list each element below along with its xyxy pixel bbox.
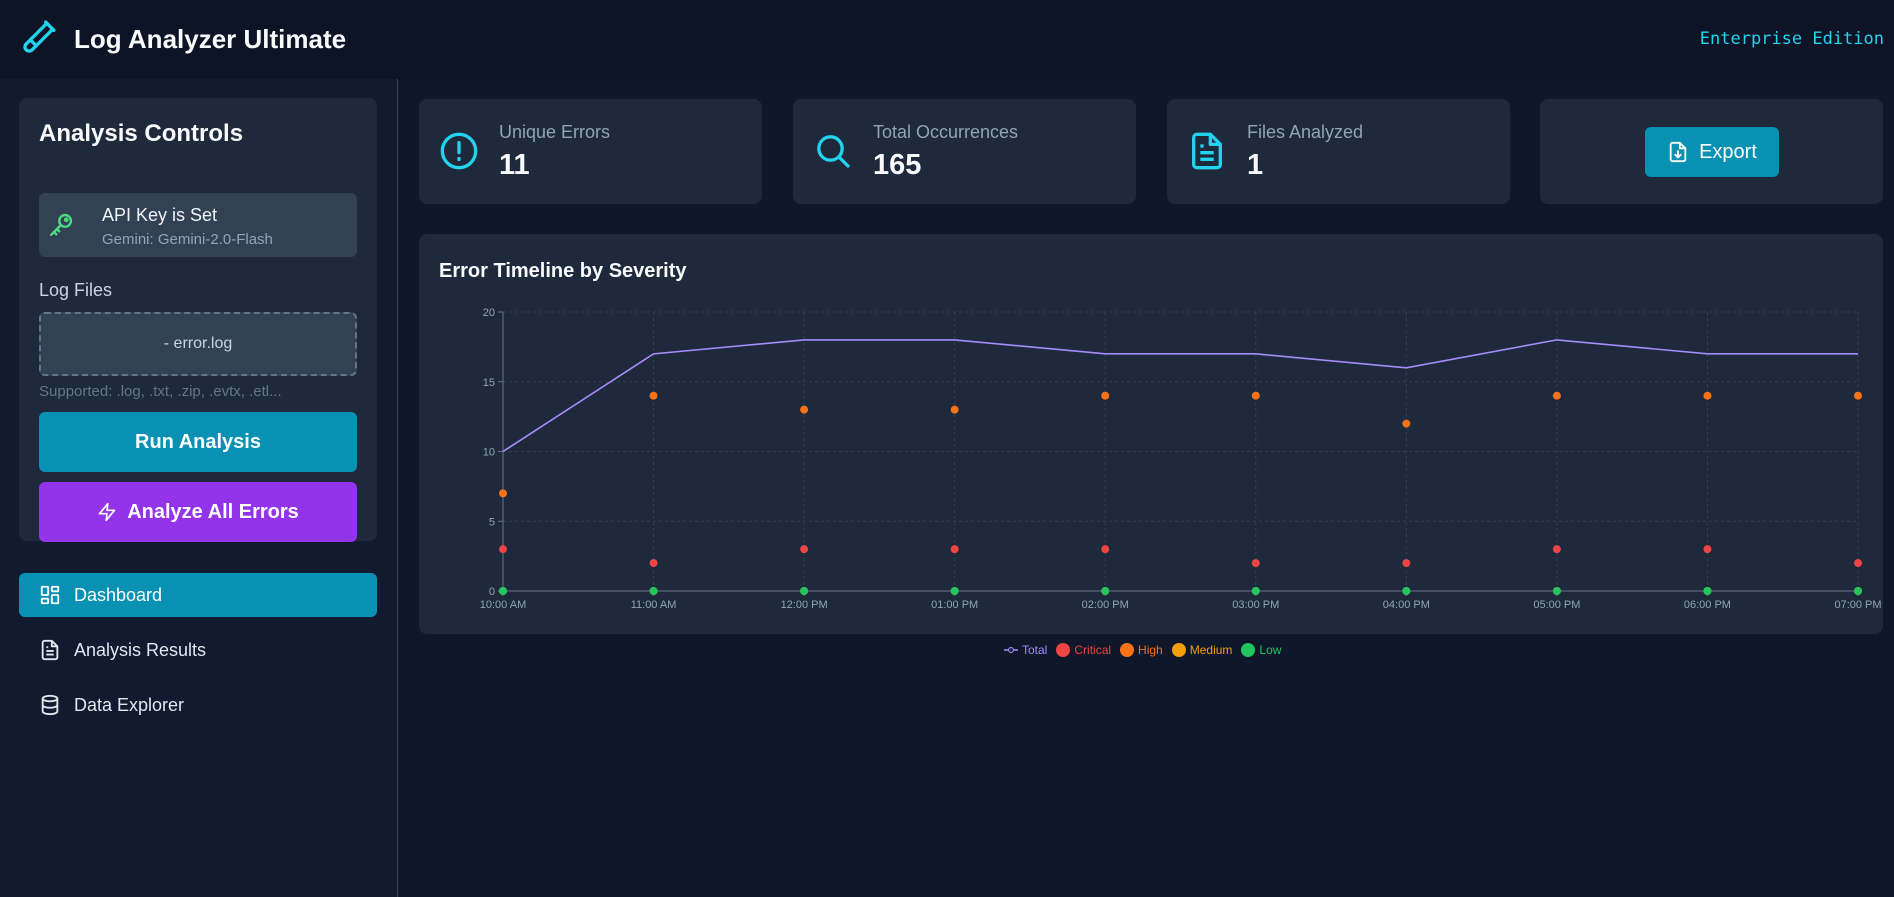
legend-item-medium[interactable]: Medium <box>1171 643 1233 657</box>
data-point-high <box>1703 391 1712 400</box>
data-point-low <box>1703 587 1712 595</box>
data-point-critical <box>1101 545 1110 554</box>
legend-dot <box>1056 643 1071 657</box>
legend-item-critical[interactable]: Critical <box>1056 643 1111 657</box>
legend-label: Total <box>1022 643 1048 657</box>
legend-item-high[interactable]: High <box>1120 643 1163 657</box>
x-tick-label: 03:00 PM <box>1232 599 1279 611</box>
data-point-low <box>950 587 959 595</box>
data-point-critical <box>649 559 658 568</box>
y-tick-label: 0 <box>489 586 495 598</box>
series-line-total <box>502 339 1858 453</box>
data-point-low <box>1251 587 1260 595</box>
data-point-low <box>1402 587 1411 595</box>
data-point-high <box>1251 391 1260 400</box>
x-tick-label: 01:00 PM <box>931 599 978 611</box>
data-point-high <box>649 391 658 400</box>
data-point-critical <box>1552 545 1561 554</box>
data-point-high <box>1552 391 1561 400</box>
data-point-high <box>1402 419 1411 428</box>
legend-dot <box>1171 643 1186 657</box>
data-point-critical <box>1854 559 1862 568</box>
x-tick-label: 05:00 PM <box>1533 599 1580 611</box>
data-point-high <box>950 405 959 414</box>
data-point-critical <box>800 545 809 554</box>
x-tick-label: 11:00 AM <box>631 599 677 611</box>
x-tick-label: 04:00 PM <box>1383 599 1430 611</box>
y-tick-label: 15 <box>483 377 495 389</box>
data-point-high <box>1854 391 1862 400</box>
x-tick-label: 12:00 PM <box>781 599 828 611</box>
data-point-critical <box>1251 559 1260 568</box>
data-point-critical <box>950 545 959 554</box>
data-point-critical <box>499 545 507 554</box>
data-point-low <box>800 587 809 595</box>
legend-line-icon <box>1004 647 1018 653</box>
legend-label: Low <box>1259 643 1282 657</box>
chart-legend: Total Critical High Medium Low <box>1004 643 1281 657</box>
data-point-low <box>649 587 658 595</box>
legend-item-total[interactable]: Total <box>1004 643 1047 657</box>
data-point-high <box>800 405 809 414</box>
y-tick-label: 5 <box>489 516 495 528</box>
y-tick-label: 10 <box>483 447 495 459</box>
x-tick-label: 07:00 PM <box>1834 599 1881 611</box>
legend-label: Medium <box>1189 643 1233 657</box>
data-point-low <box>1854 587 1862 595</box>
data-point-low <box>499 587 507 595</box>
x-tick-label: 10:00 AM <box>480 599 526 611</box>
data-point-low <box>1101 587 1110 595</box>
legend-label: Critical <box>1074 643 1112 657</box>
legend-label: High <box>1138 643 1163 657</box>
error-timeline-chart: 0 5 10 15 20 10:00 AM 11:00 AM 12:00 PM 01:00 PM… <box>480 307 1882 611</box>
data-point-low <box>1552 587 1561 595</box>
y-tick-label: 20 <box>483 307 495 319</box>
x-tick-label: 02:00 PM <box>1082 599 1129 611</box>
data-point-high <box>1101 391 1110 400</box>
legend-item-low[interactable]: Low <box>1241 643 1281 657</box>
data-point-critical <box>1703 545 1712 554</box>
legend-dot <box>1120 643 1135 657</box>
legend-dot <box>1241 643 1256 657</box>
data-point-high <box>499 489 507 498</box>
x-tick-label: 06:00 PM <box>1684 599 1731 611</box>
data-point-critical <box>1402 559 1411 568</box>
